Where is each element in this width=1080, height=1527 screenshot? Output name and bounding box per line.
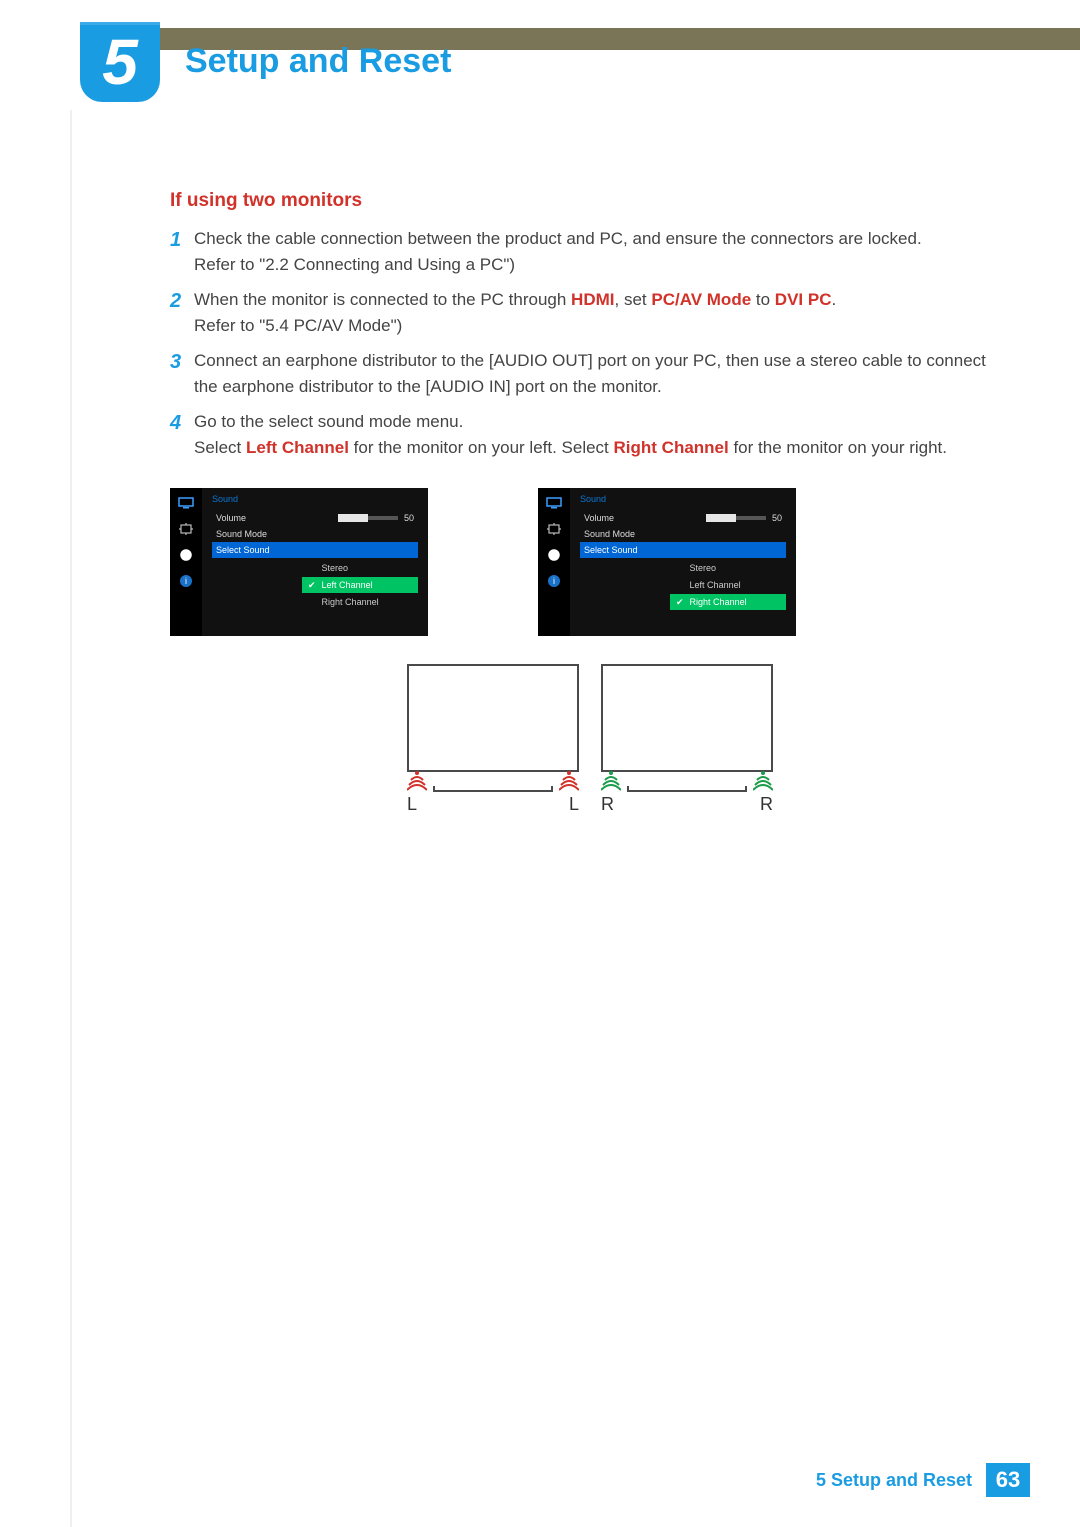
osd-left-soundmode: Sound Mode [212, 526, 418, 542]
volume-value: 50 [404, 513, 414, 523]
monitor-left [407, 664, 579, 772]
step-4-mid: for the monitor on your left. Select [349, 438, 614, 457]
step-2-ref: Refer to "5.4 PC/AV Mode") [194, 316, 402, 335]
osd-right: i Sound Volume 50 Sound Mode Select Soun… [538, 488, 796, 636]
step-2-pcav: PC/AV Mode [651, 290, 751, 309]
step-2-to: to [751, 290, 775, 309]
chapter-badge: 5 [80, 22, 160, 102]
step-2-pre: When the monitor is connected to the PC … [194, 290, 571, 309]
info-icon: i [177, 574, 195, 588]
gear-icon [545, 548, 563, 562]
opt-left-selected: ✔Left Channel [302, 577, 418, 593]
monitor-left-col: LL [407, 664, 579, 815]
volume-bar [706, 516, 766, 520]
step-2-hdmi: HDMI [571, 290, 614, 309]
opt-stereo-label: Stereo [690, 563, 717, 573]
chapter-title: Setup and Reset [185, 42, 451, 81]
monitor-left-base [433, 786, 553, 792]
volume-bar [338, 516, 398, 520]
footer-chapter: 5 Setup and Reset [816, 1470, 972, 1491]
osd-right-body: Sound Volume 50 Sound Mode Select Sound … [570, 488, 796, 636]
page-number: 63 [986, 1463, 1030, 1497]
osd-right-title: Sound [580, 494, 786, 504]
opt-stereo: ✔Stereo [670, 560, 786, 576]
speaker-icon-right-L [601, 770, 621, 792]
opt-right-selected: ✔Right Channel [670, 594, 786, 610]
step-4-right: Right Channel [614, 438, 729, 457]
monitor-right [601, 664, 773, 772]
volume-label: Volume [584, 513, 614, 523]
opt-right-label: Right Channel [322, 597, 379, 607]
lbl-R: R [601, 794, 614, 815]
speaker-icon-left-R [559, 770, 579, 792]
lbl-R2: R [760, 794, 773, 815]
speaker-icon-left-L [407, 770, 427, 792]
monitor-icon [545, 496, 563, 510]
osd-left: i Sound Volume 50 Sound Mode Select Soun… [170, 488, 428, 636]
opt-right: ✔Right Channel [302, 594, 418, 610]
step-3: Connect an earphone distributor to the [… [170, 348, 1010, 399]
opt-left: ✔Left Channel [670, 577, 786, 593]
monitor-right-col: RR [601, 664, 773, 815]
osd-right-volume: Volume 50 [580, 510, 786, 526]
step-2-mid: , set [615, 290, 652, 309]
opt-left-label: Left Channel [690, 580, 741, 590]
svg-text:i: i [553, 576, 555, 586]
soundmode-label: Sound Mode [216, 529, 267, 539]
step-4-pre: Select [194, 438, 246, 457]
info-icon: i [545, 574, 563, 588]
selectsound-label: Select Sound [216, 545, 270, 555]
opt-stereo-label: Stereo [322, 563, 349, 573]
step-2-dvi: DVI PC [775, 290, 832, 309]
step-4: Go to the select sound mode menu. Select… [170, 409, 1010, 460]
opt-stereo: ✔Stereo [302, 560, 418, 576]
volume-label: Volume [216, 513, 246, 523]
volume-value: 50 [772, 513, 782, 523]
chapter-number: 5 [102, 30, 138, 94]
osd-row: i Sound Volume 50 Sound Mode Select Soun… [170, 488, 1010, 636]
step-2-end: . [831, 290, 836, 309]
osd-left-sidebar: i [170, 488, 202, 636]
resize-icon [545, 522, 563, 536]
osd-left-title: Sound [212, 494, 418, 504]
resize-icon [177, 522, 195, 536]
left-margin-rule [70, 110, 72, 1527]
lbl-L2: L [569, 794, 579, 815]
gear-icon [177, 548, 195, 562]
opt-left-label: Left Channel [322, 580, 373, 590]
steps-list: Check the cable connection between the p… [170, 226, 1010, 460]
subheading: If using two monitors [170, 190, 1010, 212]
osd-right-sidebar: i [538, 488, 570, 636]
footer: 5 Setup and Reset 63 [816, 1463, 1030, 1497]
lbl-L: L [407, 794, 417, 815]
selectsound-label: Select Sound [584, 545, 638, 555]
step-1: Check the cable connection between the p… [170, 226, 1010, 277]
step-2: When the monitor is connected to the PC … [170, 287, 1010, 338]
osd-left-selectsound: Select Sound [212, 542, 418, 558]
osd-left-volume: Volume 50 [212, 510, 418, 526]
osd-right-soundmode: Sound Mode [580, 526, 786, 542]
monitor-right-base [627, 786, 747, 792]
osd-left-sublist: ✔Stereo ✔Left Channel ✔Right Channel [302, 560, 418, 610]
soundmode-label: Sound Mode [584, 529, 635, 539]
step-1-line1: Check the cable connection between the p… [194, 229, 922, 248]
step-4-end: for the monitor on your right. [729, 438, 947, 457]
osd-left-body: Sound Volume 50 Sound Mode Select Sound … [202, 488, 428, 636]
page-content: If using two monitors Check the cable co… [170, 190, 1010, 815]
svg-text:i: i [185, 576, 187, 586]
osd-right-sublist: ✔Stereo ✔Left Channel ✔Right Channel [670, 560, 786, 610]
opt-right-label: Right Channel [690, 597, 747, 607]
step-4-line1: Go to the select sound mode menu. [194, 412, 463, 431]
step-1-line2: Refer to "2.2 Connecting and Using a PC"… [194, 255, 515, 274]
monitor-diagram: LL RR [170, 664, 1010, 815]
speaker-icon-right-R [753, 770, 773, 792]
step-4-left: Left Channel [246, 438, 349, 457]
osd-right-selectsound: Select Sound [580, 542, 786, 558]
monitor-icon [177, 496, 195, 510]
